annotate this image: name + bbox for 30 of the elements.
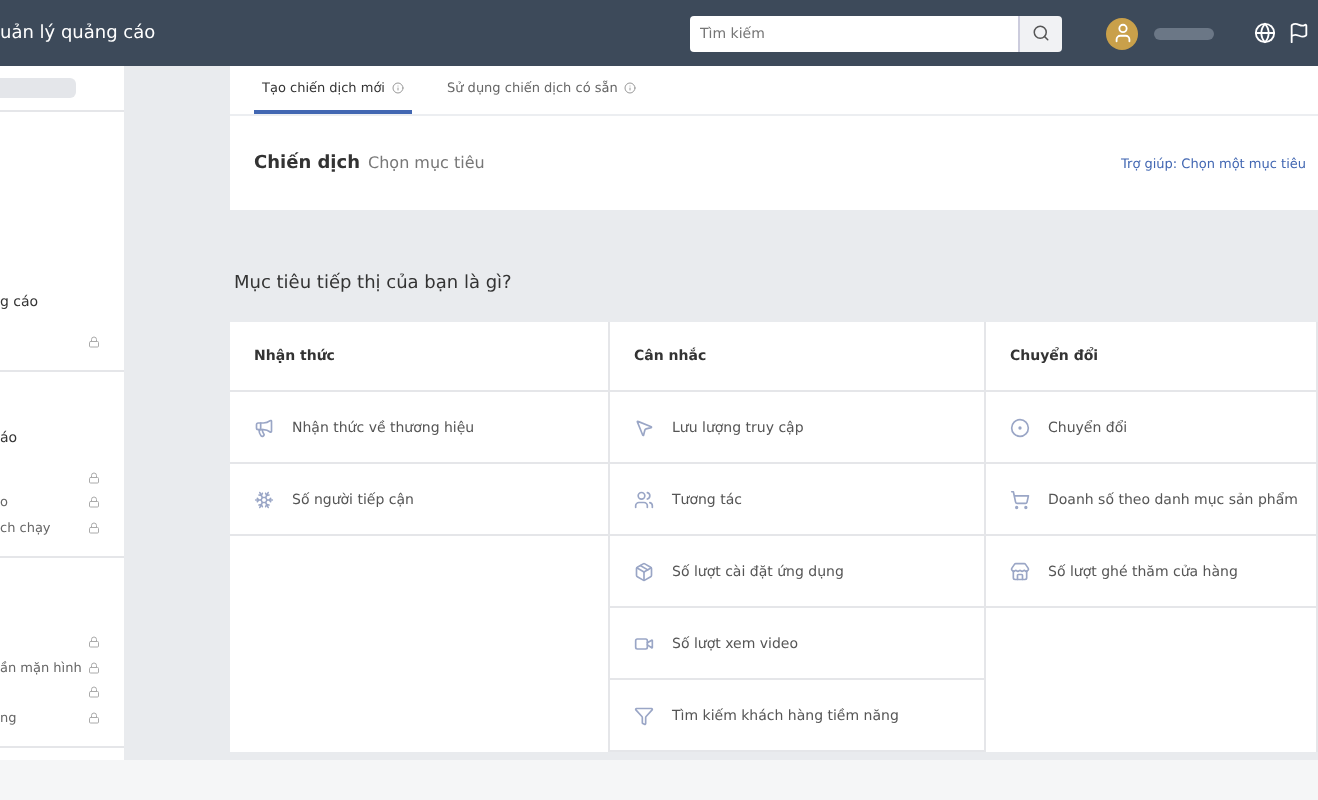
snowflake-icon [254,489,274,509]
lock-icon [88,711,100,724]
avatar-icon[interactable] [1106,17,1138,49]
search-button[interactable] [1018,15,1062,51]
blurred-name [1154,27,1214,39]
funnel-icon [634,705,654,725]
cursor-icon [634,417,654,437]
store-icon [1010,561,1030,581]
box-icon [634,561,654,581]
info-icon [391,82,403,94]
lock-icon [88,661,100,674]
cart-icon [1010,489,1030,509]
people-icon [634,489,654,509]
circle-icon [1010,417,1030,437]
lock-icon [88,471,100,484]
lock-icon [88,335,100,348]
search-icon [1032,24,1050,42]
globe-icon[interactable] [1254,22,1276,44]
lock-icon [88,521,100,534]
info-icon [623,82,636,94]
app-title: uản lý quảng cáo [0,23,156,43]
objective-question: Mục tiêu tiếp thị của bạn là gì? [234,274,514,294]
lock-icon [88,496,100,509]
campaign-subheading: Chọn mục tiêu [368,154,485,172]
lock-icon [88,686,100,699]
video-camera-icon [634,633,654,653]
lock-icon [88,636,100,649]
flag-icon[interactable] [1288,22,1310,44]
campaign-heading: Chiến dịch [254,153,361,173]
megaphone-icon [254,417,274,437]
